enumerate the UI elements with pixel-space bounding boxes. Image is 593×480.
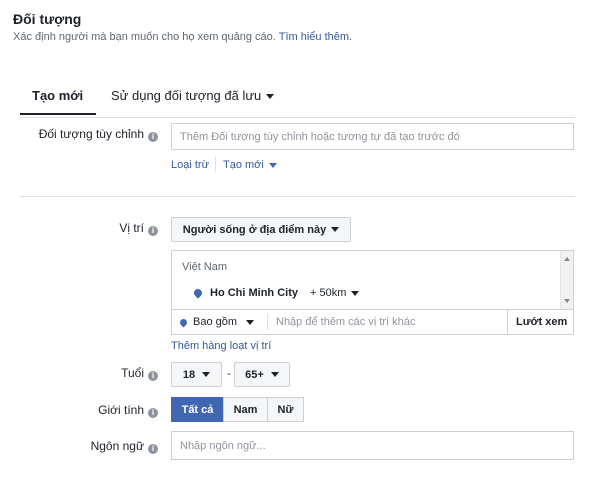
language-placeholder: Nhập ngôn ngữ... [180, 439, 266, 452]
create-new-audience-link[interactable]: Tạo mới [223, 159, 277, 171]
exclude-link[interactable]: Loại trừ [171, 159, 209, 171]
custom-audience-input[interactable]: Thêm Đối tượng tùy chỉnh hoặc tương tự đ… [171, 123, 574, 150]
gender-all-button[interactable]: Tất cả [171, 397, 224, 422]
section-divider [20, 196, 575, 197]
radius-dropdown[interactable]: + 50km [310, 287, 360, 299]
location-box: Việt Nam Ho Chi Minh City + 50km Bao gồm… [171, 250, 574, 335]
gender-label-text: Giới tính [98, 403, 144, 417]
include-dropdown[interactable]: Bao gồm [178, 316, 255, 328]
age-min-value: 18 [182, 368, 196, 381]
selected-location: Ho Chi Minh City + 50km [192, 287, 360, 299]
include-separator [267, 314, 268, 330]
location-pin-icon [178, 317, 189, 327]
location-type-label: Người sống ở địa điểm này [182, 223, 327, 236]
location-scrollbar[interactable] [560, 251, 573, 309]
info-icon[interactable]: i [148, 444, 158, 454]
location-box-divider [172, 309, 573, 310]
custom-audience-label-text: Đối tượng tùy chỉnh [38, 127, 144, 141]
description-text: Xác định người mà bạn muốn cho họ xem qu… [13, 31, 276, 43]
location-type-dropdown[interactable]: Người sống ở địa điểm này [171, 217, 351, 242]
gender-male-button[interactable]: Nam [223, 397, 268, 422]
custom-audience-placeholder: Thêm Đối tượng tùy chỉnh hoặc tương tự đ… [180, 130, 460, 143]
location-label-text: Vị trí [119, 221, 144, 235]
tabs-divider [20, 117, 575, 118]
city-label: Ho Chi Minh City [210, 287, 298, 299]
create-new-audience-text: Tạo mới [223, 159, 264, 171]
browse-button[interactable]: Lướt xem [516, 316, 567, 328]
section-title: Đối tượng [13, 11, 82, 27]
include-label: Bao gồm [193, 316, 238, 328]
learn-more-link[interactable]: Tìm hiểu thêm. [279, 31, 352, 43]
age-separator: - [227, 368, 231, 380]
tab-saved-audience-label: Sử dụng đối tượng đã lưu [111, 88, 262, 103]
bulk-add-locations-link[interactable]: Thêm hàng loạt vị trí [171, 340, 271, 352]
chevron-down-icon [202, 372, 211, 377]
info-icon[interactable]: i [148, 132, 158, 142]
language-input[interactable]: Nhập ngôn ngữ... [171, 431, 574, 460]
chevron-down-icon [268, 162, 277, 168]
location-label: Vị trí i [119, 221, 158, 236]
chevron-down-icon [270, 372, 279, 377]
browse-separator [507, 310, 508, 334]
country-label: Việt Nam [182, 261, 228, 273]
age-max-dropdown[interactable]: 65+ [234, 362, 290, 387]
active-tab-indicator [20, 113, 96, 115]
chevron-down-icon [266, 94, 275, 100]
age-min-dropdown[interactable]: 18 [171, 362, 222, 387]
age-label-text: Tuổi [121, 366, 144, 380]
language-label: Ngôn ngữ i [91, 439, 158, 454]
info-icon[interactable]: i [148, 226, 158, 236]
info-icon[interactable]: i [148, 408, 158, 418]
location-search-placeholder: Nhập để thêm các vị trí khác [276, 316, 416, 328]
chevron-down-icon [351, 290, 360, 296]
gender-selector: Tất cả Nam Nữ [171, 397, 304, 422]
age-max-value: 65+ [245, 368, 264, 381]
scroll-down-icon[interactable] [564, 299, 570, 303]
info-icon[interactable]: i [148, 371, 158, 381]
gender-female-button[interactable]: Nữ [267, 397, 304, 422]
scroll-up-icon[interactable] [564, 257, 570, 261]
location-pin-icon [192, 287, 204, 299]
custom-audience-label: Đối tượng tùy chỉnh i [39, 127, 158, 142]
tab-create-new[interactable]: Tạo mới [32, 88, 83, 103]
language-label-text: Ngôn ngữ [90, 439, 144, 453]
age-label: Tuổi i [121, 366, 158, 381]
chevron-down-icon [331, 227, 340, 232]
link-separator [215, 157, 216, 172]
gender-label: Giới tính i [98, 403, 158, 418]
chevron-down-icon [246, 319, 255, 325]
audience-tabs: Tạo mới Sử dụng đối tượng đã lưu [20, 84, 575, 116]
location-search-input[interactable]: Nhập để thêm các vị trí khác [276, 316, 415, 328]
section-description: Xác định người mà bạn muốn cho họ xem qu… [13, 31, 352, 43]
radius-value: + 50km [310, 287, 347, 299]
tab-saved-audience[interactable]: Sử dụng đối tượng đã lưu [111, 88, 275, 103]
